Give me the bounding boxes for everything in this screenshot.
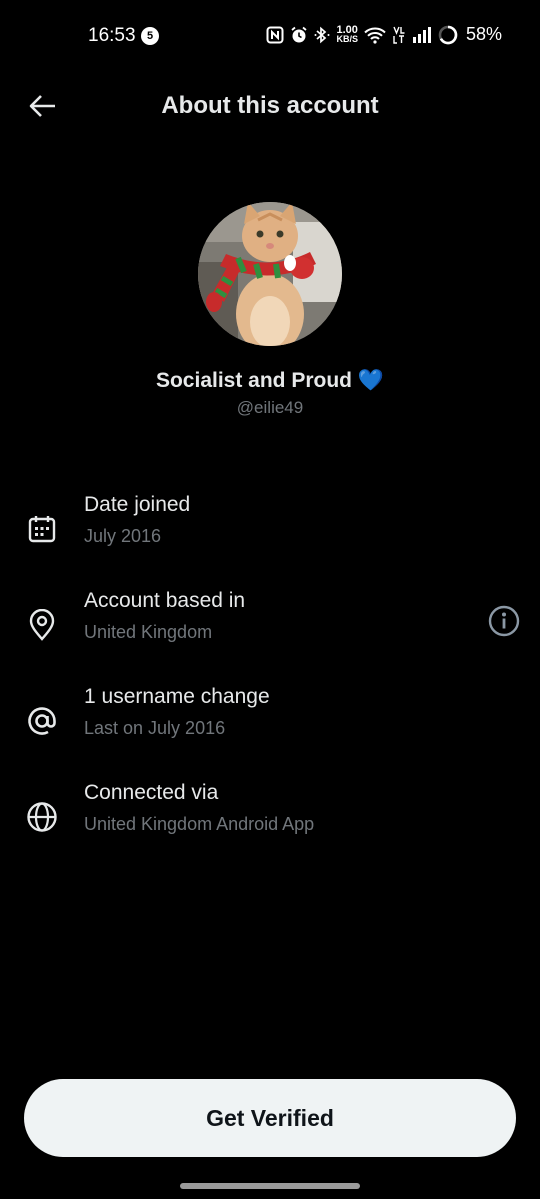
blue-heart-emoji: 💙 (357, 369, 385, 392)
info-subtitle: United Kingdom (84, 622, 213, 642)
nfc-icon (266, 26, 284, 44)
info-row-date-joined: Date joined July 2016 (0, 493, 540, 573)
info-subtitle: United Kingdom Android App (84, 814, 315, 834)
volte-icon (392, 25, 406, 45)
avatar[interactable] (198, 202, 342, 346)
info-subtitle: Last on July 2016 (84, 718, 226, 738)
info-title: 1 username change (84, 685, 270, 708)
globe-icon (24, 799, 60, 835)
cat-with-scarf-avatar-image (198, 202, 342, 346)
info-row-connected-via: Connected via United Kingdom Android App (0, 781, 540, 861)
info-icon (488, 605, 520, 637)
info-title: Account based in (84, 589, 246, 612)
screen: 16:53 5 1.00 KB/S 58% About this account… (0, 0, 540, 1199)
info-title: Connected via (84, 781, 219, 804)
status-bar: 16:53 5 1.00 KB/S 58% (0, 0, 540, 72)
battery-percent: 58% (465, 24, 502, 44)
home-indicator[interactable] (180, 1183, 360, 1189)
page-title: About this account (161, 92, 379, 119)
info-title: Date joined (84, 493, 191, 516)
display-name: Socialist and Proud 💙 (0, 369, 540, 393)
status-icons: 1.00 KB/S 58% (266, 24, 502, 45)
location-pin-icon (24, 607, 60, 643)
info-row-account-based-in: Account based in United Kingdom (0, 589, 540, 669)
display-name-text: Socialist and Proud (155, 369, 353, 392)
info-row-username-changes: 1 username change Last on July 2016 (0, 685, 540, 765)
status-time: 16:53 (88, 25, 136, 46)
alarm-icon (290, 26, 308, 44)
info-subtitle: July 2016 (84, 526, 162, 546)
calendar-icon (24, 511, 60, 547)
speed-unit: KB/S (336, 33, 358, 44)
username: @eilie49 (236, 398, 304, 417)
account-location-info-button[interactable] (486, 603, 522, 639)
bluetooth-icon (314, 26, 330, 44)
wifi-icon (364, 26, 386, 44)
at-sign-icon (24, 703, 60, 739)
notification-badge: 5 (141, 27, 159, 45)
get-verified-button[interactable]: Get Verified (24, 1079, 516, 1157)
signal-icon (412, 26, 432, 44)
top-app-bar: About this account (0, 72, 540, 138)
battery-icon (438, 25, 458, 45)
network-speed: 1.00 KB/S (336, 24, 358, 44)
